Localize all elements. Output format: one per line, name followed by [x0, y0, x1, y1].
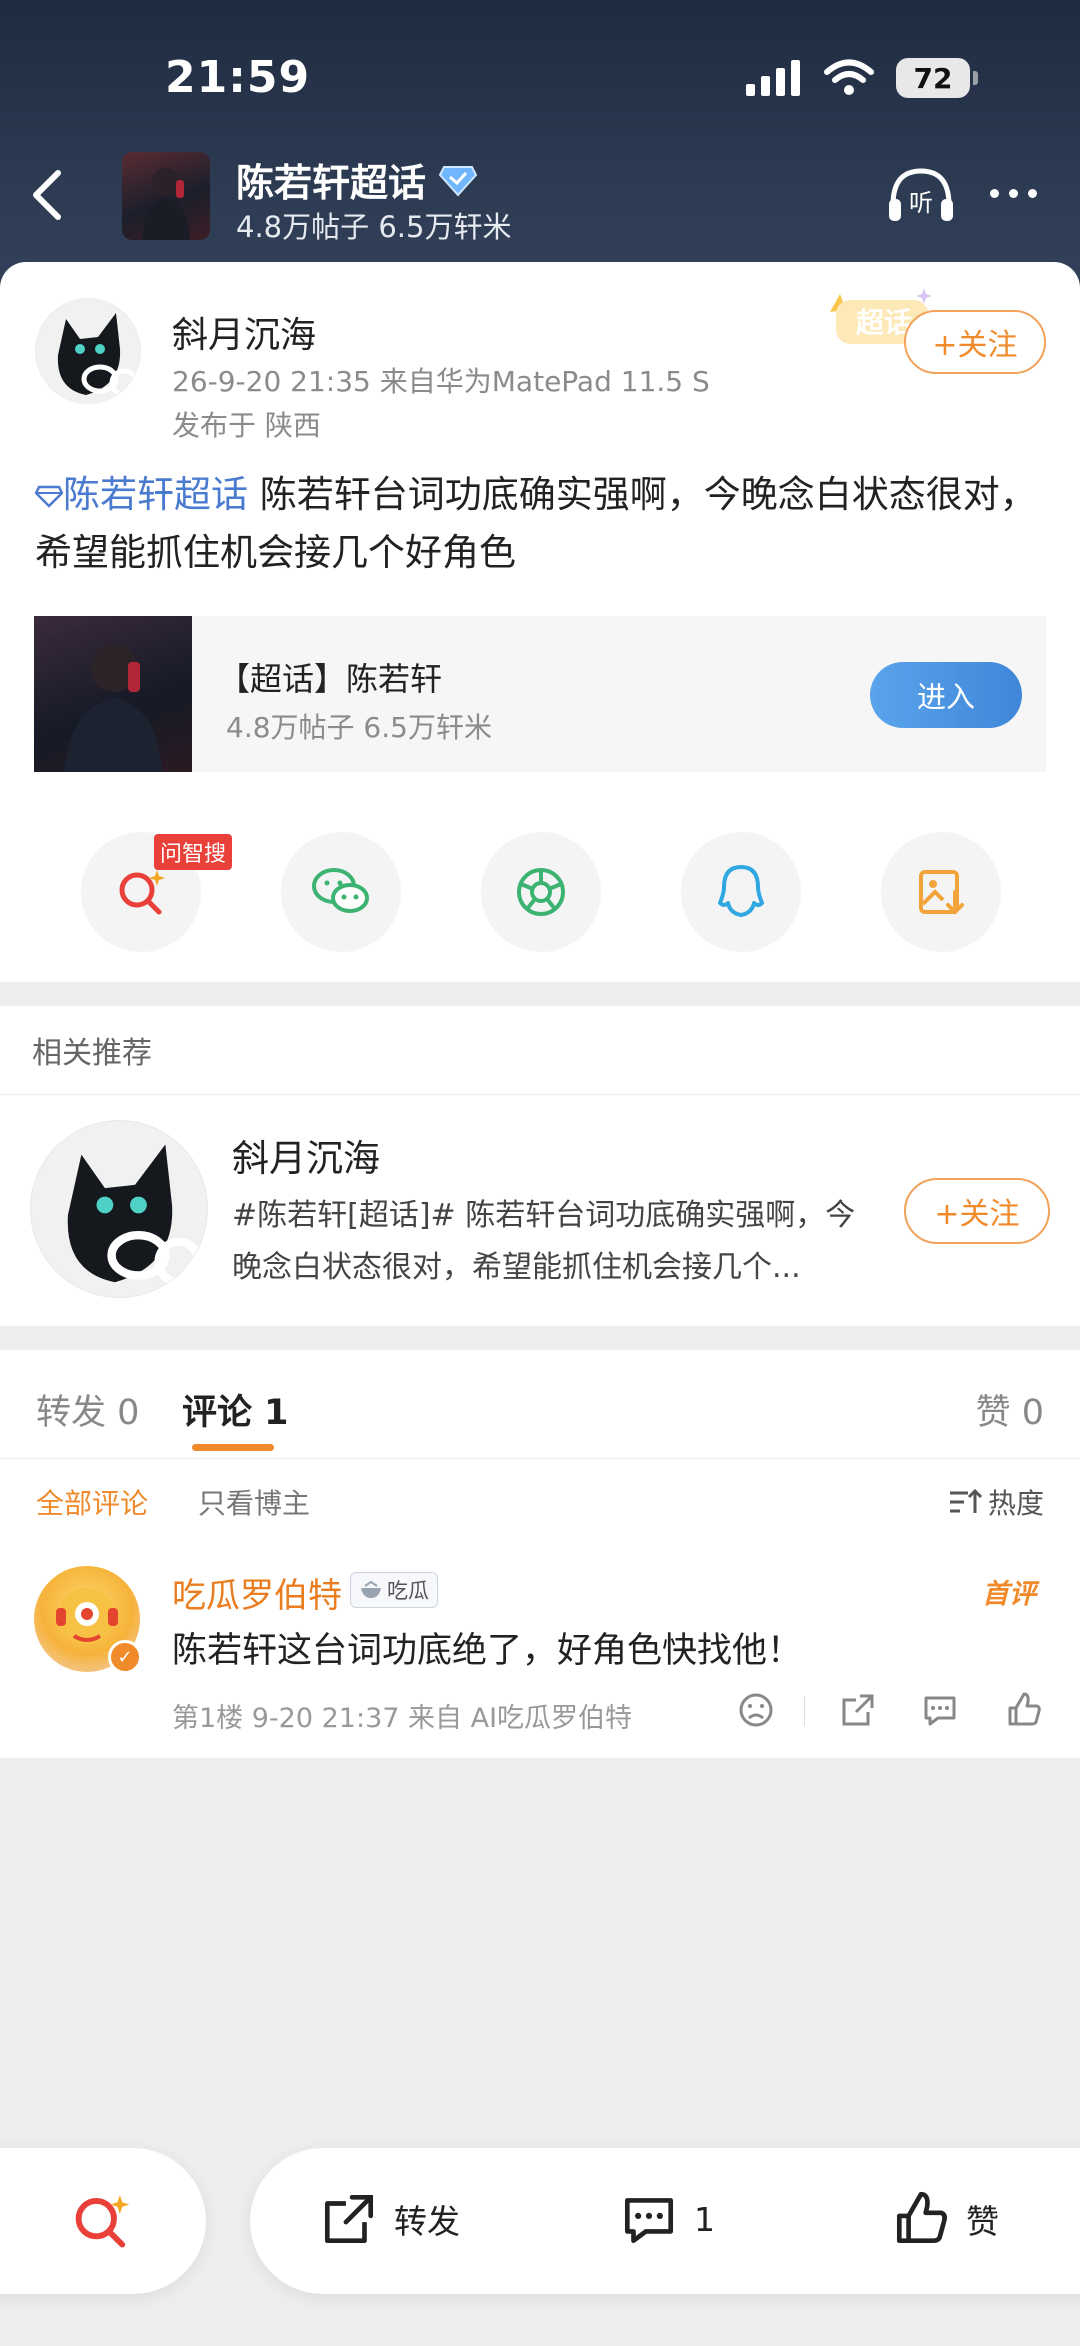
ai-search-tag: 问智搜 — [154, 834, 233, 870]
chevron-left-icon — [33, 170, 61, 220]
comment-meta: 第1楼 9-20 21:37 来自 AI吃瓜罗伯特 — [172, 1703, 633, 1734]
moments-share-button[interactable] — [481, 832, 601, 952]
related-author-name[interactable]: 斜月沉海 — [232, 1128, 380, 1182]
tab-active-indicator — [192, 1444, 274, 1451]
diamond-verified-icon — [438, 165, 478, 196]
dislike-button[interactable] — [736, 1690, 776, 1730]
author-avatar[interactable] — [35, 298, 141, 404]
commenter-tag: 吃瓜 — [350, 1572, 438, 1608]
status-time: 21:59 — [165, 52, 311, 103]
share-icon — [324, 2194, 374, 2244]
singer-photo-icon — [64, 644, 162, 772]
tab-repost[interactable]: 转发 0 — [36, 1384, 139, 1435]
back-button[interactable] — [22, 165, 72, 225]
topic-title-text: 陈若轩超话 — [236, 161, 427, 205]
moments-icon — [517, 868, 565, 916]
first-comment-badge: 首评 — [982, 1579, 1036, 1610]
author-name[interactable]: 斜月沉海 — [172, 306, 316, 358]
post-meta: 26-9-20 21:35 来自华为MatePad 11.5 S — [172, 365, 710, 398]
wifi-icon — [824, 59, 874, 95]
topic-title[interactable]: 陈若轩超话 — [236, 152, 478, 207]
save-image-button[interactable] — [881, 832, 1001, 952]
comment-like-button[interactable] — [1004, 1690, 1044, 1730]
signal-icon — [746, 60, 800, 96]
related-follow-button[interactable]: +关注 — [904, 1178, 1050, 1244]
sort-hot-button[interactable]: 热度 — [948, 1482, 1044, 1522]
follow-button[interactable]: +关注 — [904, 310, 1046, 374]
topic-thumbnail[interactable] — [122, 152, 210, 240]
tab-comments[interactable]: 评论 1 — [182, 1384, 289, 1435]
cat-avatar-icon — [36, 299, 140, 403]
comment-reply-button[interactable] — [920, 1690, 960, 1730]
ai-search-icon — [75, 2195, 130, 2248]
bottom-repost-label: 转发 — [394, 2202, 460, 2241]
wechat-icon — [312, 868, 369, 913]
status-icons: 72 — [746, 58, 978, 98]
comment-share-button[interactable] — [838, 1690, 878, 1730]
topic-card-stats: 4.8万帖子 6.5万轩米 — [226, 711, 492, 744]
comment-icon — [624, 2198, 674, 2244]
bottom-repost-button[interactable]: 转发 — [318, 2188, 460, 2250]
more-dot — [1028, 188, 1037, 198]
ai-search-icon — [119, 870, 165, 915]
singer-photo-icon — [142, 168, 190, 240]
related-post-text[interactable]: #陈若轩[超话]# 陈若轩台词功底确实强啊，今晚念白状态很对，希望能抓住机会接几… — [232, 1190, 872, 1294]
save-image-icon — [919, 870, 964, 915]
filter-all-comments[interactable]: 全部评论 — [36, 1482, 148, 1522]
more-dot — [1009, 188, 1018, 198]
comment-text: 陈若轩这台词功底绝了，好角色快找他！ — [172, 1631, 803, 1671]
listen-button[interactable]: 听 — [885, 165, 957, 225]
post-content: 陈若轩超话 陈若轩台词功底确实强啊，今晚念白状态很对，希望能抓住机会接几个好角色 — [34, 466, 1045, 582]
headphones-icon: 听 — [889, 168, 953, 221]
bottom-comment-button[interactable]: 1 — [618, 2188, 715, 2250]
related-avatar[interactable] — [30, 1120, 208, 1298]
divider — [804, 1696, 805, 1726]
comments-section: 转发 0 评论 1 赞 0 全部评论 只看博主 热度 ✓ 吃瓜罗伯特 吃瓜 首评… — [0, 1350, 1080, 1758]
verified-badge-icon: ✓ — [108, 1640, 142, 1674]
related-heading: 相关推荐 — [32, 1036, 152, 1071]
bottom-ai-search-button[interactable] — [0, 2148, 206, 2294]
svg-text:听: 听 — [909, 189, 933, 217]
sort-label: 热度 — [987, 1487, 1044, 1520]
qq-share-button[interactable] — [681, 832, 801, 952]
sad-face-icon — [739, 1693, 773, 1727]
diamond-topic-icon — [34, 485, 64, 508]
filter-author-only[interactable]: 只看博主 — [198, 1482, 310, 1522]
bottom-like-button[interactable]: 赞 — [890, 2188, 999, 2250]
bottom-action-bar: 转发 1 赞 — [250, 2148, 1080, 2294]
tab-likes[interactable]: 赞 0 — [976, 1384, 1044, 1435]
cat-avatar-icon — [31, 1121, 207, 1297]
divider — [0, 1094, 1080, 1095]
thumbs-up-icon — [896, 2191, 947, 2244]
bottom-like-label: 赞 — [966, 2202, 999, 2241]
related-section: 相关推荐 斜月沉海 #陈若轩[超话]# 陈若轩台词功底确实强啊，今晚念白状态很对… — [0, 1006, 1080, 1326]
sort-icon — [949, 1488, 982, 1513]
comment-icon — [924, 1696, 956, 1726]
topic-header: 21:59 72 陈若轩超话 4.8万帖子 6.5万轩米 听 — [0, 0, 1080, 300]
melon-icon — [361, 1580, 381, 1598]
topic-stats: 4.8万帖子 6.5万轩米 — [236, 210, 512, 244]
commenter-tag-label: 吃瓜 — [387, 1579, 429, 1603]
bottom-comment-count: 1 — [694, 2199, 715, 2239]
post-location: 发布于 陕西 — [172, 409, 321, 442]
commenter-name[interactable]: 吃瓜罗伯特 — [172, 1568, 342, 1617]
topic-link[interactable]: 陈若轩超话 — [63, 473, 248, 516]
topic-card-thumbnail — [34, 616, 192, 772]
enter-topic-button[interactable]: 进入 — [870, 662, 1022, 728]
topic-card[interactable]: 【超话】陈若轩 4.8万帖子 6.5万轩米 进入 — [34, 616, 1046, 772]
qq-icon — [718, 865, 764, 917]
thumbs-up-icon — [1008, 1692, 1041, 1726]
share-icon — [842, 1694, 874, 1726]
more-button[interactable] — [990, 178, 1050, 208]
battery-indicator: 72 — [896, 58, 978, 98]
svg-text:超话: 超话 — [856, 306, 912, 339]
wechat-share-button[interactable] — [281, 832, 401, 952]
more-dot — [990, 188, 999, 198]
divider — [0, 1458, 1080, 1459]
topic-card-title: 【超话】陈若轩 — [218, 660, 443, 698]
